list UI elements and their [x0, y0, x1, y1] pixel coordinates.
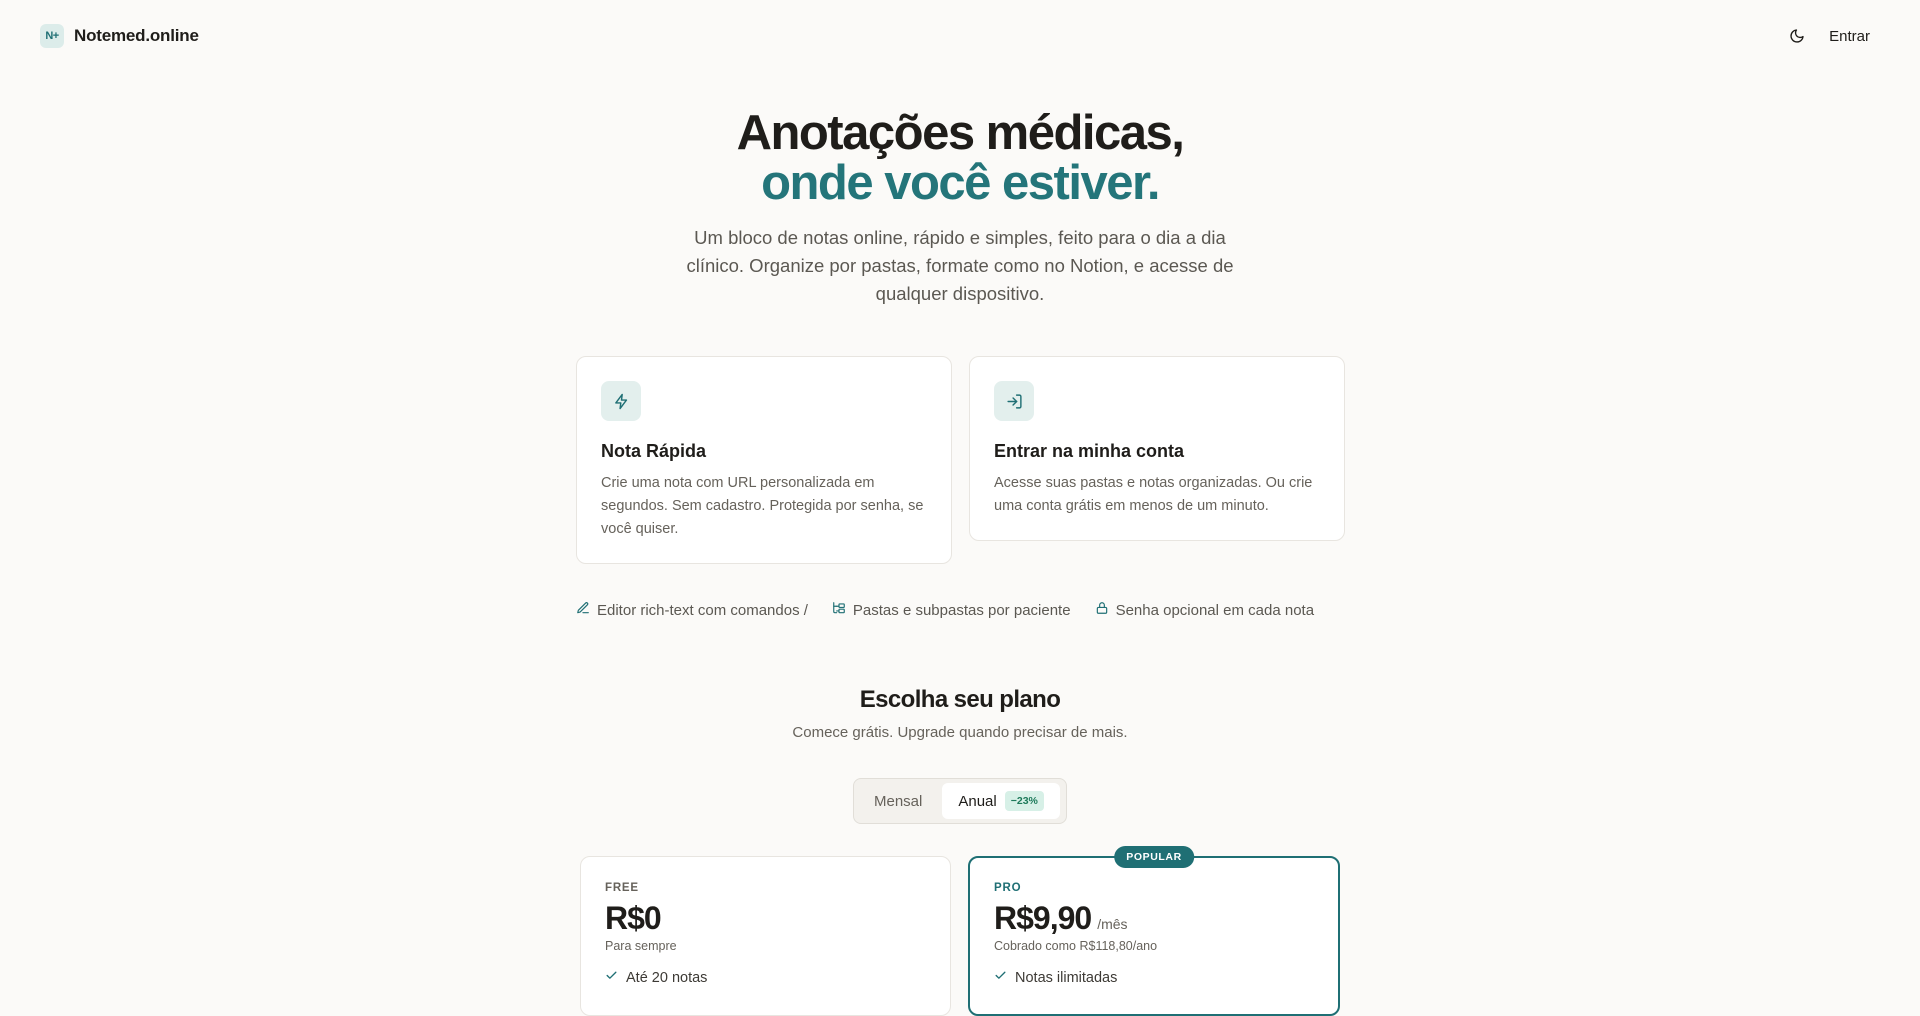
annual-option[interactable]: Anual −23% [942, 783, 1060, 819]
header-actions: Entrar [1787, 26, 1880, 46]
login-card[interactable]: Entrar na minha conta Acesse suas pastas… [969, 356, 1345, 541]
pricing-subtitle: Comece grátis. Upgrade quando precisar d… [792, 724, 1128, 741]
feature-list: Editor rich-text com comandos / Pastas e… [576, 601, 1344, 619]
billing-toggle: Mensal Anual −23% [853, 778, 1067, 824]
plan-card-free[interactable]: FREE R$0 Para sempre Até 20 notas [580, 856, 951, 1016]
hero: Anotações médicas, onde você estiver. Um… [0, 108, 1920, 308]
pricing-title: Escolha seu plano [859, 686, 1061, 713]
card-description: Crie uma nota com URL personalizada em s… [601, 475, 924, 537]
plan-price-row: R$0 [605, 900, 926, 937]
monthly-option[interactable]: Mensal [858, 783, 938, 819]
plan-name: FREE [605, 882, 639, 894]
lock-icon [1095, 601, 1109, 619]
lightning-icon [601, 381, 641, 421]
plan-feature: Notas ilimitadas [994, 969, 1314, 986]
feature-label: Pastas e subpastas por paciente [852, 601, 1071, 619]
card-title: Nota Rápida [601, 441, 707, 461]
plan-note: Cobrado como R$118,80/ano [994, 939, 1158, 953]
feature-label: Editor rich-text com comandos / [597, 601, 808, 619]
login-link[interactable]: Entrar [1829, 28, 1870, 45]
plan-card-pro[interactable]: POPULAR PRO R$9,90 /mês Cobrado como R$1… [968, 846, 1340, 1016]
popular-badge: POPULAR [1114, 846, 1194, 868]
card-description: Acesse suas pastas e notas organizadas. … [994, 475, 1313, 514]
plan-price: R$9,90 [994, 900, 1092, 936]
quick-note-card[interactable]: Nota Rápida Crie uma nota com URL person… [576, 356, 952, 564]
feature-label: Senha opcional em cada nota [1115, 601, 1315, 619]
hero-subtitle: Um bloco de notas online, rápido e simpl… [686, 227, 1234, 304]
hero-title-line2: onde você estiver. [761, 156, 1160, 210]
plan-feature-label: Até 20 notas [626, 969, 708, 986]
plan-cards: FREE R$0 Para sempre Até 20 notas POPULA… [580, 846, 1340, 1016]
feature-item: Senha opcional em cada nota [1095, 601, 1314, 619]
login-icon [994, 381, 1034, 421]
monthly-label: Mensal [874, 792, 923, 810]
feature-item: Pastas e subpastas por paciente [832, 601, 1071, 619]
brand[interactable]: N+ Notemed.online [40, 24, 199, 48]
feature-item: Editor rich-text com comandos / [576, 601, 808, 619]
moon-icon[interactable] [1787, 26, 1807, 46]
logo-mark: N+ [40, 24, 64, 48]
card-title: Entrar na minha conta [994, 441, 1185, 461]
folder-tree-icon [832, 601, 846, 619]
pricing-header: Escolha seu plano Comece grátis. Upgrade… [0, 686, 1920, 741]
discount-badge: −23% [1004, 791, 1044, 811]
hero-title-line1: Anotações médicas, [736, 106, 1185, 160]
check-icon [605, 969, 618, 986]
pencil-icon [576, 601, 590, 619]
plan-note: Para sempre [605, 939, 677, 953]
plan-feature: Até 20 notas [605, 969, 926, 986]
plan-price-row: R$9,90 /mês [994, 900, 1314, 937]
brand-name: Notemed.online [74, 26, 199, 45]
plan-name: PRO [994, 882, 1022, 894]
site-header: N+ Notemed.online Entrar [0, 0, 1920, 72]
plan-period: /mês [1097, 916, 1128, 932]
check-icon [994, 969, 1007, 986]
plan-feature-label: Notas ilimitadas [1015, 969, 1118, 986]
plan-price: R$0 [605, 900, 662, 936]
annual-label: Anual [958, 792, 997, 810]
action-cards: Nota Rápida Crie uma nota com URL person… [576, 356, 1345, 564]
